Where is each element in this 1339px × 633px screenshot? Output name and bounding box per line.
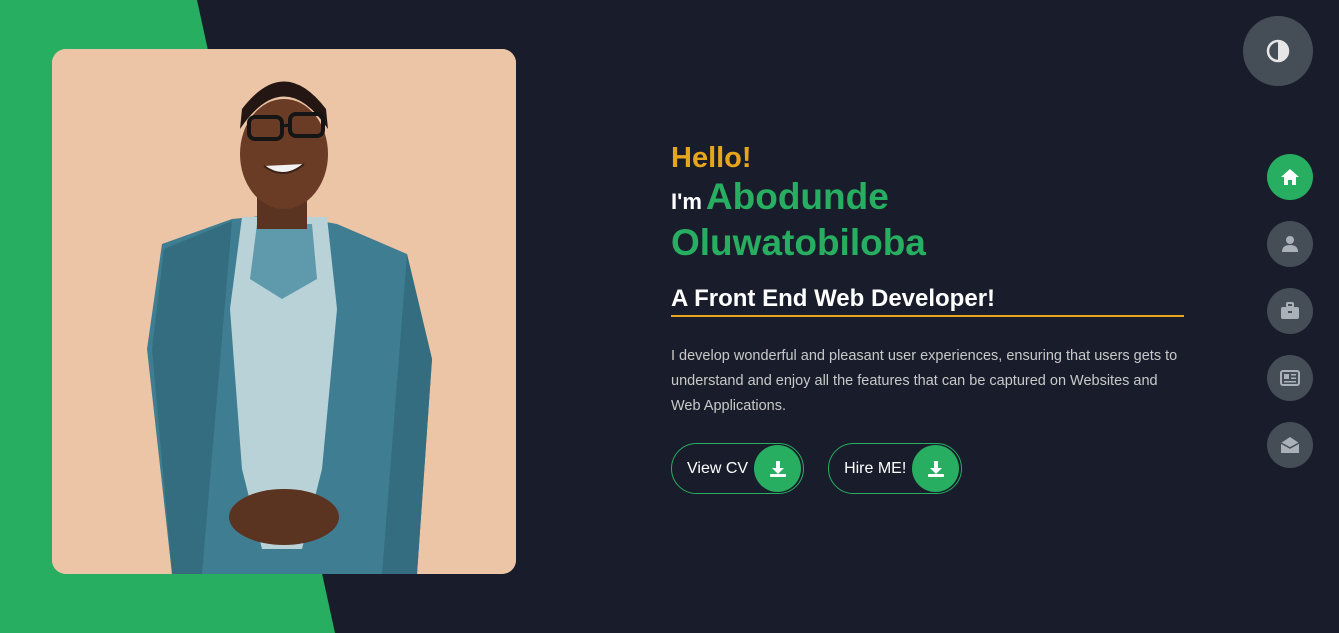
- download-icon: [754, 445, 802, 492]
- download-icon: [912, 445, 960, 492]
- theme-toggle-button[interactable]: [1243, 16, 1313, 86]
- greeting: Hello!: [671, 142, 752, 174]
- nav-item-contact[interactable]: [1267, 422, 1313, 468]
- hire-me-label: Hire ME!: [844, 459, 907, 477]
- name-first: Abodunde: [705, 176, 889, 217]
- side-nav: [1267, 154, 1313, 489]
- role-title: A Front End Web Developer!: [671, 285, 996, 312]
- intro-line: I'm Abodunde: [671, 177, 1184, 222]
- name-last: Oluwatobiloba: [671, 222, 926, 263]
- nav-item-about[interactable]: [1267, 221, 1313, 267]
- view-cv-label: View CV: [687, 459, 749, 477]
- nav-item-home[interactable]: [1267, 154, 1313, 200]
- role-underline: A Front End Web Developer!: [671, 284, 1184, 317]
- hero-section: Hello! I'm Abodunde Oluwatobiloba A Front…: [671, 141, 1184, 494]
- nav-item-blog[interactable]: [1267, 355, 1313, 401]
- hero-description: I develop wonderful and pleasant user ex…: [671, 348, 1178, 414]
- contrast-icon: [1266, 39, 1290, 63]
- hire-me-button[interactable]: Hire ME!: [828, 443, 963, 494]
- profile-photo: [52, 49, 516, 574]
- user-icon: [1282, 236, 1298, 252]
- home-icon: [1281, 169, 1299, 185]
- briefcase-icon: [1281, 302, 1299, 319]
- view-cv-button[interactable]: View CV: [671, 443, 805, 494]
- nav-item-portfolio[interactable]: [1267, 288, 1313, 334]
- newspaper-icon: [1280, 370, 1300, 386]
- envelope-open-icon: [1280, 437, 1300, 453]
- hero-actions: View CV Hire ME!: [671, 443, 1184, 494]
- intro-text: I'm: [671, 189, 702, 214]
